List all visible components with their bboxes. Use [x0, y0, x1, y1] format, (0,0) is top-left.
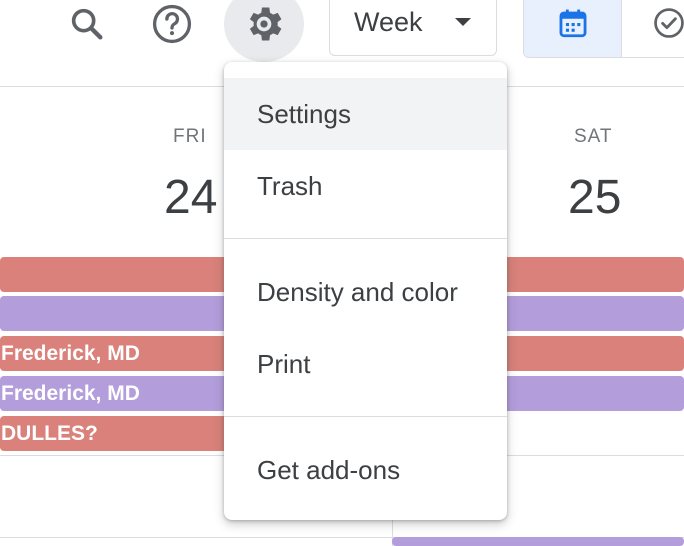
day-of-week-fri: FRI — [173, 126, 207, 147]
menu-item-get-add-ons[interactable]: Get add-ons — [224, 434, 507, 506]
menu-item-density-and-color[interactable]: Density and color — [224, 256, 507, 328]
caret-down-icon — [455, 18, 471, 26]
settings-button[interactable] — [224, 0, 304, 62]
event-bar[interactable] — [392, 537, 684, 546]
event-label: DULLES? — [1, 421, 98, 445]
view-select-label: Week — [354, 6, 423, 37]
day-number-24[interactable]: 24 — [164, 170, 217, 225]
menu-item-label: Density and color — [257, 276, 458, 307]
search-icon — [71, 8, 103, 40]
menu-divider — [224, 238, 507, 239]
event-label: Frederick, MD — [1, 341, 140, 365]
calendar-view-button[interactable] — [524, 0, 622, 57]
menu-item-print[interactable]: Print — [224, 328, 507, 400]
view-select[interactable]: Week — [329, 0, 497, 56]
menu-item-label: Get add-ons — [257, 454, 401, 485]
check-circle-icon — [654, 8, 684, 38]
settings-menu: Settings Trash Density and color Print G… — [224, 62, 507, 520]
help-button[interactable] — [148, 0, 196, 48]
menu-item-label: Settings — [257, 98, 351, 129]
day-of-week-sat: SAT — [574, 126, 613, 147]
search-button[interactable] — [63, 0, 111, 48]
menu-item-trash[interactable]: Trash — [224, 150, 507, 222]
menu-item-label: Print — [257, 348, 311, 379]
day-number-25[interactable]: 25 — [568, 170, 621, 225]
help-icon — [152, 4, 192, 44]
event-label: Frederick, MD — [1, 381, 140, 405]
calendar-icon — [559, 9, 586, 38]
tasks-view-button[interactable] — [622, 0, 684, 57]
gear-icon — [249, 7, 282, 41]
menu-item-label: Trash — [257, 170, 323, 201]
view-switcher — [523, 0, 684, 58]
menu-divider — [224, 416, 507, 417]
menu-item-settings[interactable]: Settings — [224, 78, 507, 150]
